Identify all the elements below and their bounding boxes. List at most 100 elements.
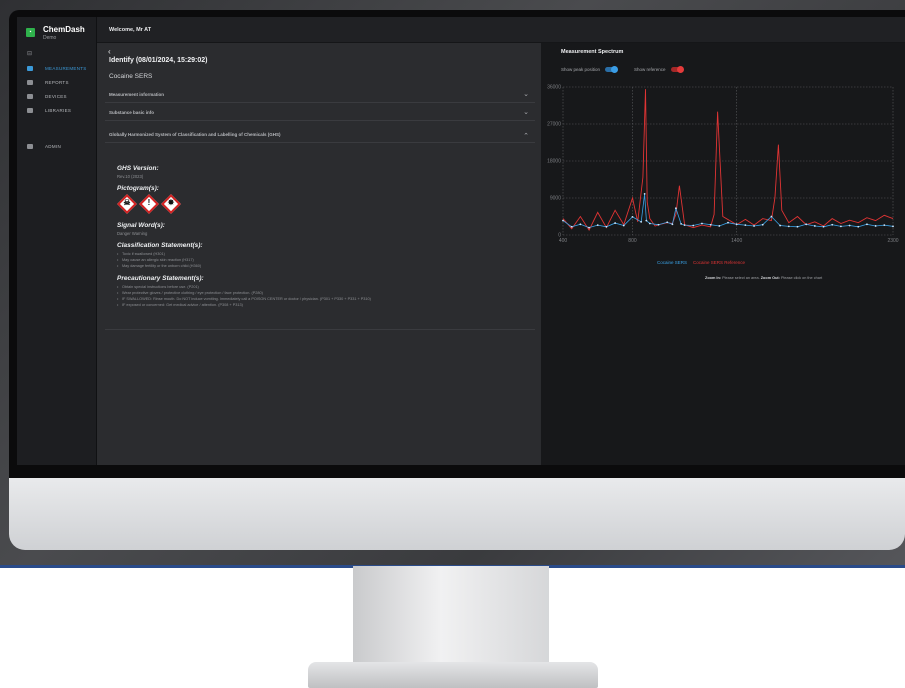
measurements-icon — [27, 65, 33, 71]
data-point — [779, 224, 782, 227]
data-point — [692, 224, 695, 227]
page-title: Identify (08/01/2024, 15:29:02) — [109, 57, 208, 64]
y-tick-label: 18000 — [547, 159, 561, 165]
data-point — [883, 224, 886, 227]
accordion-ghs[interactable]: Globally Harmonized System of Classifica… — [105, 127, 535, 143]
x-tick-label: 400 — [559, 238, 568, 244]
data-point — [671, 223, 674, 226]
back-button[interactable]: ‹ — [108, 47, 111, 56]
top-bar: Welcome, Mr AT — [97, 17, 905, 43]
data-point — [674, 207, 677, 210]
x-tick-label: 800 — [628, 238, 637, 244]
data-point — [666, 221, 669, 224]
data-point — [874, 225, 877, 227]
devices-icon — [27, 93, 33, 99]
data-point — [683, 224, 686, 227]
spectrum-title: Measurement Spectrum — [561, 49, 624, 55]
brand: ▪ ChemDash Demo — [26, 25, 85, 42]
chevron-down-icon: ⌄ — [523, 91, 529, 98]
show-reference-toggle[interactable] — [670, 66, 684, 73]
list-item: May damage fertility or the unborn child… — [117, 263, 517, 269]
data-point — [680, 223, 683, 225]
reference-toggle-group: Show reference — [634, 66, 684, 73]
skull-crossbones-icon: ☠ — [117, 194, 137, 214]
reports-icon — [27, 79, 33, 85]
x-tick-label: 2300 — [887, 238, 898, 244]
welcome-text: Welcome, Mr AT — [109, 27, 152, 33]
data-point — [614, 222, 617, 224]
chemdash-logo-icon: ▪ — [26, 28, 35, 37]
data-point — [787, 225, 790, 228]
app-screen: ▪ ChemDash Demo ⊟ MEASUREMENTS REPORTS D… — [17, 17, 905, 465]
legend-item-reference[interactable]: Cocaine SERS Reference — [693, 260, 745, 265]
sidebar-item-label: LIBRARIES — [45, 107, 72, 113]
data-point — [813, 225, 816, 227]
accordion-substance-info[interactable]: Substance basic info ⌄ — [105, 105, 535, 121]
data-point — [805, 223, 808, 226]
exclamation-mark-icon: ! — [139, 194, 159, 214]
spectrum-panel: Measurement Spectrum Show peak position … — [541, 43, 905, 465]
data-point — [588, 226, 590, 229]
data-point — [579, 223, 582, 226]
sidebar-item-measurements[interactable]: MEASUREMENTS — [17, 61, 97, 75]
classification-heading: Classification Statement(s): — [117, 242, 203, 249]
data-point — [645, 219, 648, 222]
data-point — [605, 225, 608, 228]
data-point — [744, 224, 747, 227]
reference-series-line — [562, 89, 894, 232]
app-name: ChemDash — [43, 25, 85, 34]
pictogram-heading: Pictogram(s): — [117, 185, 159, 192]
sample-name: Cocaine SERS — [109, 73, 153, 80]
accordion-measurement-info[interactable]: Measurement information ⌄ — [105, 87, 535, 103]
chevron-down-icon: ⌄ — [523, 109, 529, 116]
divider — [105, 329, 535, 330]
data-point — [727, 221, 729, 224]
data-point — [596, 224, 599, 227]
data-point — [866, 223, 868, 226]
data-point — [796, 225, 799, 228]
data-point — [709, 223, 712, 226]
data-point — [857, 225, 860, 228]
data-point — [822, 225, 825, 228]
data-point — [657, 223, 660, 226]
show-peak-toggle[interactable] — [605, 66, 619, 73]
sidebar-item-libraries[interactable]: LIBRARIES — [17, 103, 97, 117]
data-point — [848, 224, 851, 227]
peak-position-toggle-group: Show peak position — [561, 66, 619, 73]
spectrum-chart[interactable]: 36000270001800090000400 800 1400 2300 — [541, 83, 905, 259]
sidebar-item-devices[interactable]: DEVICES — [17, 89, 97, 103]
collapse-sidebar-icon[interactable]: ⊟ — [27, 50, 32, 57]
y-tick-label: 27000 — [547, 122, 561, 128]
sidebar-item-label: DEVICES — [45, 93, 67, 99]
data-point — [640, 220, 643, 223]
data-point — [622, 224, 625, 227]
data-point — [631, 216, 634, 218]
sidebar-item-reports[interactable]: REPORTS — [17, 75, 97, 89]
accordion-label: Substance basic info — [109, 110, 155, 115]
data-point — [718, 225, 721, 227]
chevron-up-icon: ⌃ — [523, 133, 529, 140]
data-point — [735, 223, 738, 226]
ghs-version-heading: GHS Version: — [117, 165, 159, 172]
sidebar: ▪ ChemDash Demo ⊟ MEASUREMENTS REPORTS D… — [17, 17, 97, 465]
pictogram-row: ☠ ! ✸ — [117, 194, 517, 214]
data-point — [839, 225, 842, 228]
accordion-label: Globally Harmonized System of Classifica… — [109, 132, 281, 137]
precautionary-heading: Precautionary Statement(s): — [117, 275, 204, 282]
list-item: IF exposed or concerned: Get medical adv… — [117, 302, 517, 308]
health-hazard-icon: ✸ — [161, 194, 181, 214]
sidebar-item-label: MEASUREMENTS — [45, 65, 87, 71]
legend-item-cocaine-sers[interactable]: Cocaine SERS — [657, 260, 687, 265]
toggle-label: Show peak position — [561, 67, 601, 72]
y-tick-label: 9000 — [550, 196, 561, 202]
toggle-label: Show reference — [634, 67, 666, 72]
data-point — [643, 192, 646, 195]
libraries-icon — [27, 107, 33, 113]
data-point — [570, 225, 573, 228]
app-subtitle: Demo — [43, 35, 57, 41]
zoom-hint: Zoom In: Please select an area. Zoom Out… — [705, 276, 823, 280]
sidebar-nav: MEASUREMENTS REPORTS DEVICES LIBRARIES — [17, 61, 97, 117]
sidebar-item-label: REPORTS — [45, 79, 69, 85]
ghs-version-value: Rev.10 (2023) — [117, 174, 144, 179]
sidebar-item-admin[interactable]: ADMIN — [17, 139, 97, 153]
